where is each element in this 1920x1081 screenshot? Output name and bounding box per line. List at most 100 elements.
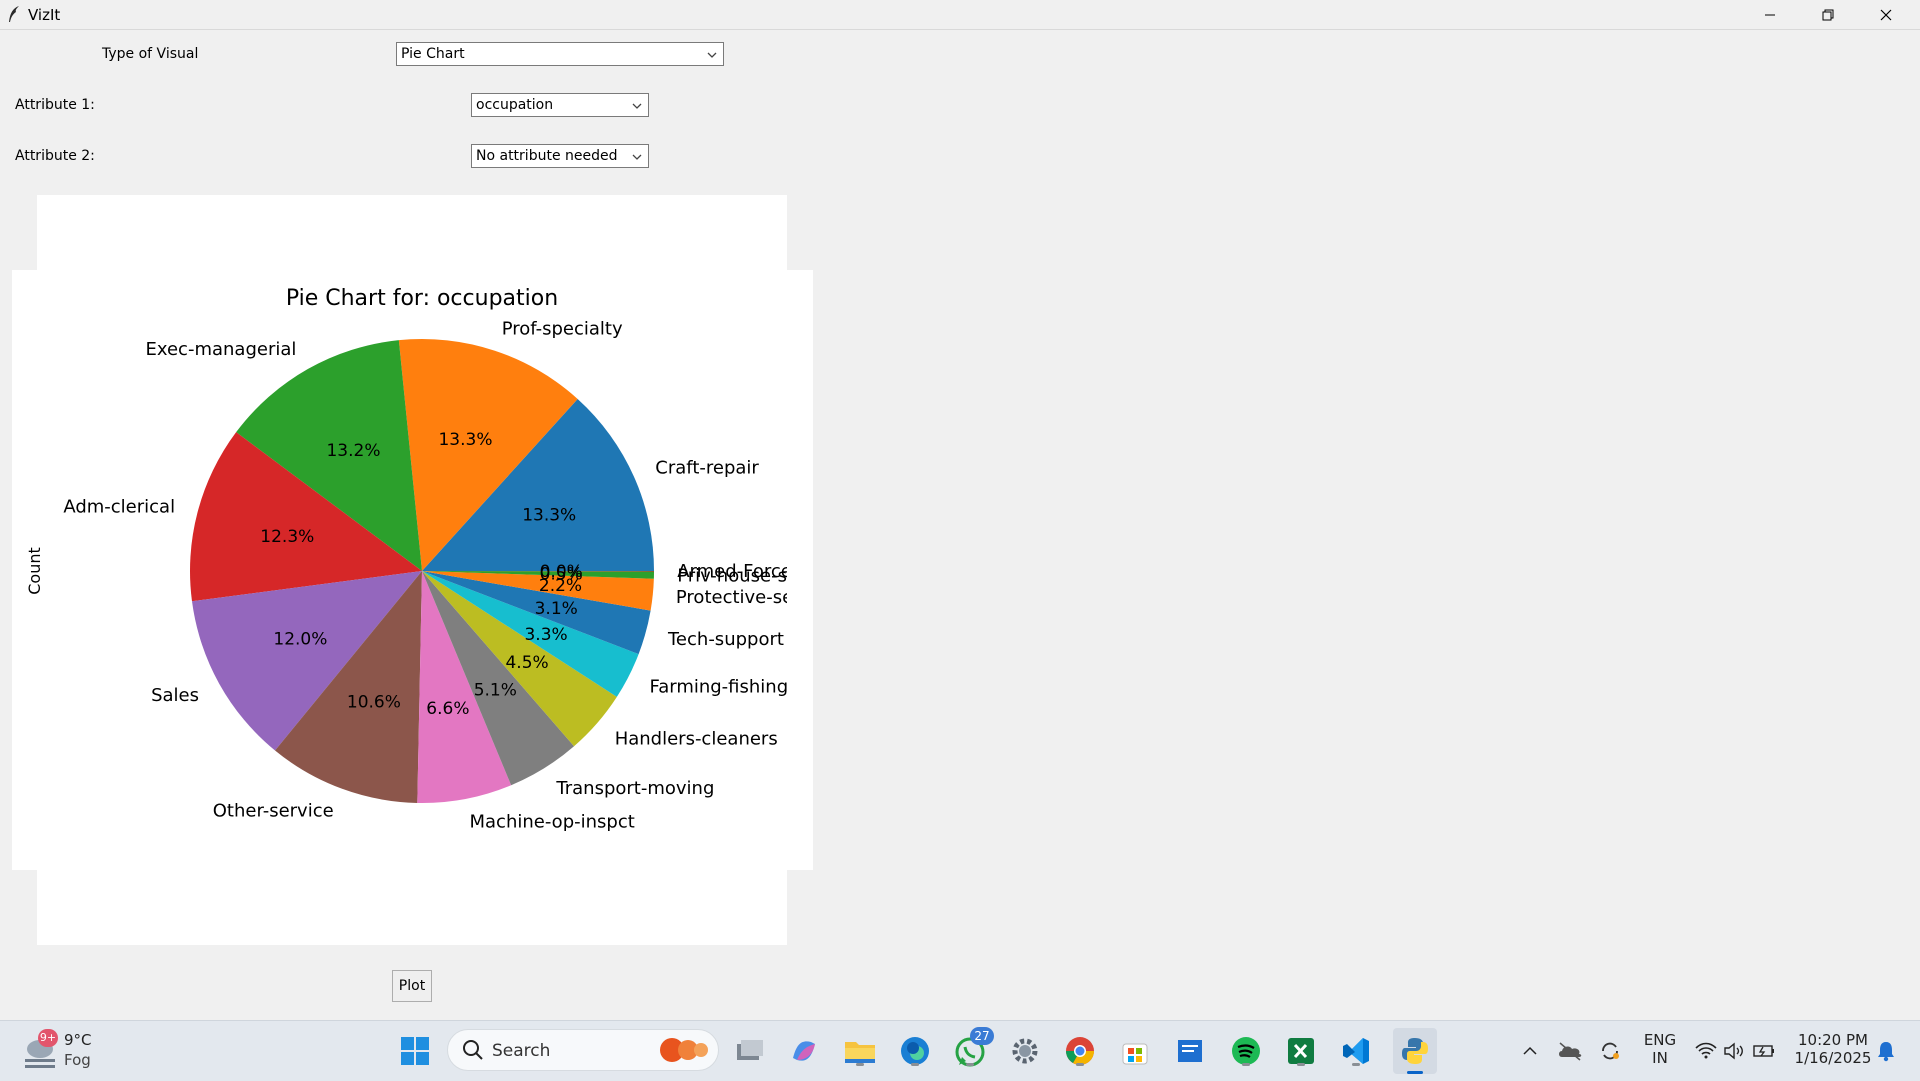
visual-type-select[interactable]: Pie Chart [396,42,724,66]
sync-button[interactable] [1592,1033,1628,1069]
slice-label: Tech-support [667,629,784,650]
windows-start-icon [400,1036,430,1066]
store-button[interactable] [1117,1033,1153,1069]
copilot-icon [789,1036,819,1066]
sync-icon [1599,1040,1621,1062]
weather-condition: Fog [64,1051,91,1069]
running-indicator [1076,1063,1084,1066]
onedrive-button[interactable] [1552,1033,1588,1069]
restore-button[interactable] [1799,0,1857,29]
slice-percent-label: 12.3% [260,527,314,547]
language-code: ENG [1640,1031,1680,1049]
copilot-button[interactable] [786,1033,822,1069]
running-indicator [1352,1063,1360,1066]
attribute2-select[interactable]: No attribute needed [471,144,649,168]
notifications-button[interactable] [1868,1033,1904,1069]
python-app-button[interactable] [1393,1028,1437,1074]
slice-label: Exec-managerial [146,339,297,360]
slice-percent-label: 13.3% [438,430,492,450]
close-button[interactable] [1857,0,1915,29]
edge-button[interactable] [897,1033,933,1069]
chart-title: Pie Chart for: occupation [286,286,558,311]
plot-button[interactable]: Plot [392,970,432,1002]
taskbar: 9+ 9°C Fog Search 27 [0,1020,1920,1081]
settings-button[interactable] [1007,1033,1043,1069]
running-indicator [1242,1063,1250,1066]
task-view-icon [735,1038,765,1064]
clock-time: 10:20 PM [1788,1031,1878,1049]
excel-button[interactable] [1283,1033,1319,1069]
slice-percent-label: 5.1% [474,680,517,700]
clock[interactable]: 10:20 PM 1/16/2025 [1788,1031,1878,1067]
slice-percent-label: 0.0% [540,562,583,582]
running-indicator [966,1063,974,1066]
visual-type-label: Type of Visual [102,46,198,62]
slice-percent-label: 4.5% [505,653,548,673]
chrome-button[interactable] [1062,1033,1098,1069]
weather-widget[interactable]: 9+ 9°C Fog [18,1029,138,1073]
file-explorer-button[interactable] [842,1033,878,1069]
app-button[interactable] [1172,1033,1208,1069]
folder-icon [844,1037,876,1065]
pie-chart: Pie Chart for: occupation Count Craft-re… [12,270,813,870]
volume-icon [1723,1042,1745,1060]
weather-alert-badge: 9+ [38,1029,58,1047]
vscode-icon [1341,1036,1371,1066]
y-axis-label: Count [25,547,44,595]
chevron-down-icon [631,100,643,112]
slice-percent-label: 3.3% [524,625,567,645]
attribute1-select[interactable]: occupation [471,93,649,117]
running-indicator [856,1063,864,1066]
whatsapp-button[interactable]: 27 [952,1033,988,1069]
language-indicator[interactable]: ENG IN [1640,1031,1680,1067]
feather-app-icon [7,5,21,23]
attribute1-label: Attribute 1: [15,97,95,113]
slice-label: Machine-op-inspct [470,812,635,833]
spotify-button[interactable] [1228,1033,1264,1069]
slice-percent-label: 10.6% [347,693,401,713]
slice-label: Craft-repair [655,458,759,479]
visual-type-value: Pie Chart [401,46,465,62]
gear-icon [1010,1036,1040,1066]
battery-button[interactable] [1746,1033,1782,1069]
clock-date: 1/16/2025 [1788,1049,1878,1067]
taskbar-search[interactable]: Search [447,1029,719,1071]
vscode-button[interactable] [1338,1033,1374,1069]
search-highlight-icon [656,1035,712,1065]
slice-label: Sales [151,685,199,706]
running-indicator [1297,1063,1305,1066]
microsoft-store-icon [1120,1036,1150,1066]
running-indicator [911,1063,919,1066]
slice-percent-label: 12.0% [273,630,327,650]
slice-label: Adm-clerical [63,497,175,518]
wifi-icon [1695,1042,1717,1060]
search-icon [462,1039,484,1061]
weather-temp: 9°C [64,1031,92,1049]
slice-label: Other-service [213,800,334,821]
show-hidden-icons-button[interactable] [1512,1033,1548,1069]
title-bar: VizIt [0,0,1920,30]
slice-label: Handlers-cleaners [615,728,778,749]
slice-label: Farming-fishing [650,677,789,698]
slice-label: Prof-specialty [502,319,623,340]
attribute1-value: occupation [476,97,553,113]
window-title: VizIt [28,6,60,24]
excel-icon [1286,1036,1316,1066]
minimize-button[interactable] [1741,0,1799,29]
slice-percent-label: 3.1% [535,599,578,619]
close-icon [1880,9,1892,21]
slice-label: Protective-se [676,587,793,608]
slice-percent-label: 13.2% [326,441,380,461]
minimize-icon [1764,9,1776,21]
restore-icon [1822,9,1834,21]
python-icon [1400,1036,1430,1066]
start-button[interactable] [397,1033,433,1069]
slice-label: Armed-Force [677,561,792,582]
chart-figure: Pie Chart for: occupation Count Craft-re… [12,270,813,870]
attribute2-value: No attribute needed [476,148,618,164]
attribute2-label: Attribute 2: [15,148,95,164]
bell-icon [1876,1040,1896,1062]
document-app-icon [1175,1036,1205,1066]
chevron-up-icon [1522,1043,1538,1059]
task-view-button[interactable] [732,1033,768,1069]
